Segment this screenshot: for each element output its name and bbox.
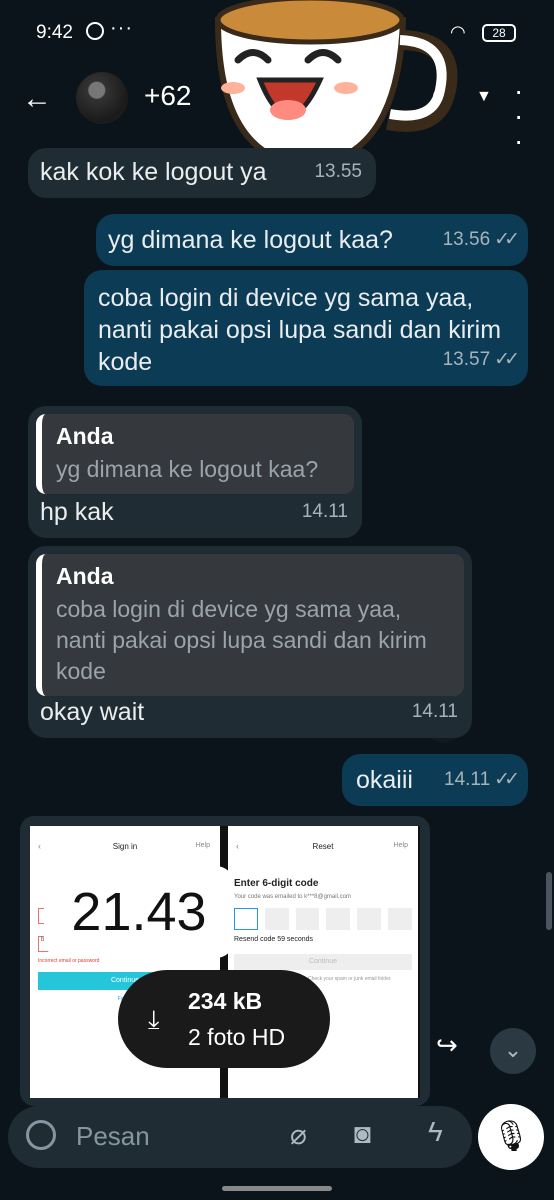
message-time: 14.11 — [301, 501, 348, 522]
message-meta: 13.57 ✓✓ — [442, 344, 520, 376]
photo-time: 21.43 — [44, 866, 234, 958]
message-text: okaiii — [356, 766, 413, 794]
quote-text: coba login di device yg sama yaa, nanti … — [56, 596, 427, 684]
message-bubble-outgoing[interactable]: okaiii 14.11 ✓✓ — [342, 754, 528, 806]
download-icon: ⤓ — [148, 1004, 160, 1034]
quoted-message[interactable]: Anda coba login di device yg sama yaa, n… — [36, 554, 464, 696]
avatar[interactable] — [76, 72, 128, 124]
code-subtitle: Your code was emailed to k***8@gmail.com — [234, 894, 351, 900]
message-bubble-outgoing[interactable]: yg dimana ke logout kaa? 13.56 ✓✓ — [96, 214, 528, 266]
emoji-icon[interactable] — [26, 1120, 56, 1150]
photo-count: 2 foto HD — [188, 1024, 286, 1050]
code-heading: Enter 6-digit code — [234, 878, 319, 889]
junk-hint: Check your spam or junk email folder. — [308, 976, 392, 982]
scroll-to-bottom-button[interactable]: ⌄ — [490, 1028, 536, 1074]
message-input-bar[interactable]: Pesan ⌀ ◙ ϟ — [8, 1106, 472, 1168]
scrollbar[interactable] — [546, 872, 552, 930]
read-receipt-icon: ✓✓ — [494, 229, 520, 250]
quote-author: Anda — [56, 563, 114, 589]
code-boxes — [234, 908, 412, 930]
screen-title: Reset — [312, 842, 334, 851]
quick-action-icon[interactable]: ϟ — [428, 1116, 443, 1148]
message-time: 13.56 — [442, 229, 491, 250]
microphone-button[interactable]: 🎙 — [478, 1104, 544, 1170]
quote-author: Anda — [56, 423, 114, 449]
error-text: Incorrect email or password — [38, 958, 100, 964]
help-link: Help — [195, 842, 210, 849]
message-meta: 13.56 ✓✓ — [442, 224, 520, 256]
download-size: 234 kB — [188, 988, 263, 1014]
coffee-cup-sticker — [214, 0, 458, 169]
help-link: Help — [393, 842, 408, 849]
download-photos-button[interactable]: ⤓ 234 kB 2 foto HD — [118, 970, 330, 1068]
message-time: 13.55 — [314, 161, 362, 182]
screen-title: Sign in — [112, 842, 138, 851]
battery-icon: 28 — [482, 24, 516, 42]
quote-text: yg dimana ke logout kaa? — [56, 456, 319, 482]
message-bubble-outgoing[interactable]: coba login di device yg sama yaa, nanti … — [84, 270, 528, 386]
message-input[interactable]: Pesan — [76, 1121, 150, 1152]
forward-icon[interactable]: ↪ — [436, 1030, 458, 1061]
more-notifications-icon: ··· — [110, 17, 133, 39]
message-bubble-incoming[interactable]: Anda yg dimana ke logout kaa? hp kak 14.… — [28, 406, 362, 538]
call-dropdown-icon[interactable]: ▼ — [476, 88, 492, 106]
status-time: 9:42 — [36, 22, 73, 43]
resend-text: Resend code 59 seconds — [234, 936, 313, 943]
camera-icon[interactable]: ◙ — [354, 1118, 371, 1150]
paperclip-icon[interactable]: ⌀ — [290, 1118, 307, 1151]
message-bubble-incoming[interactable]: Anda coba login di device yg sama yaa, n… — [28, 546, 472, 738]
back-arrow-icon[interactable]: ← — [22, 82, 52, 116]
contact-name[interactable]: +62 — [144, 80, 192, 112]
continue-button: Continue — [234, 954, 412, 970]
home-indicator — [222, 1186, 332, 1191]
read-receipt-icon: ✓✓ — [494, 349, 520, 370]
message-time: 14.11 — [444, 769, 491, 790]
message-text: okay wait — [40, 698, 145, 726]
message-time: 14.11 — [411, 701, 458, 722]
quoted-message[interactable]: Anda yg dimana ke logout kaa? — [36, 414, 354, 494]
whatsapp-notification-icon — [86, 22, 104, 40]
read-receipt-icon: ✓✓ — [494, 769, 520, 790]
message-text: kak kok ke logout ya — [40, 158, 267, 186]
more-options-icon[interactable]: · · · — [514, 77, 523, 155]
message-text: hp kak — [40, 498, 114, 526]
message-bubble-incoming[interactable]: kak kok ke logout ya 13.55 — [28, 148, 376, 198]
message-meta: 14.11 ✓✓ — [444, 764, 520, 796]
message-text: yg dimana ke logout kaa? — [108, 226, 393, 254]
message-time: 13.57 — [442, 349, 491, 370]
